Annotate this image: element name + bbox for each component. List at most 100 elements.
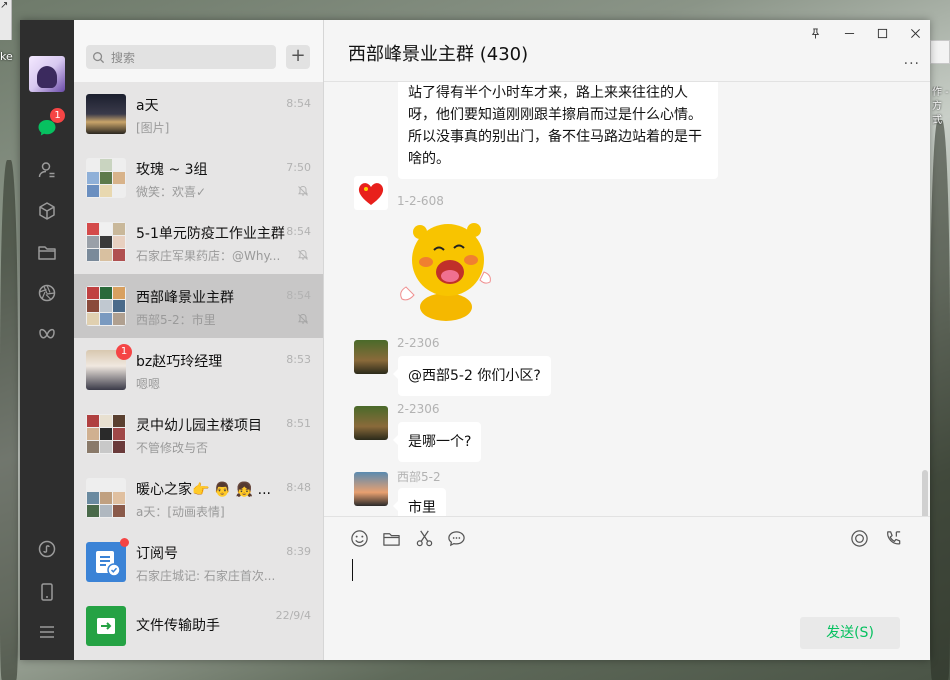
folder-icon [382,532,400,546]
message-input[interactable] [352,559,353,581]
conversation-time: 8:54 [286,97,311,110]
chat-more-button[interactable]: ··· [904,56,920,72]
group-avatar [86,286,126,326]
send-file-button[interactable] [380,527,402,549]
pin-window-button[interactable] [808,26,822,40]
conversation-item[interactable]: 1 bz赵巧玲经理 嗯嗯 8:53 [74,338,323,402]
conversation-name: 西部峰景业主群 [136,290,234,306]
sender-nickname: 1-2-608 [397,194,444,208]
search-icon [93,51,105,63]
conversation-item[interactable]: 暖心之家👉 👨 👧 ... a天：[动画表情] 8:48 [74,466,323,530]
desktop-icon-label-left: ke [0,50,13,63]
nav-phone[interactable] [33,578,61,606]
search-input[interactable]: 搜索 [86,45,276,69]
conversation-time: 8:51 [286,417,311,430]
conversation-name: bz赵巧玲经理 [136,354,223,370]
send-button[interactable]: 发送(S) [800,617,900,649]
conversation-preview: 不管修改与否 [136,441,209,455]
desktop-tree [930,120,950,680]
voice-call-button[interactable] [882,527,904,549]
conversation-name: 文件传输助手 [136,618,220,634]
group-avatar [86,478,126,518]
desktop-icon-label-right: 作 - 方式 [932,87,949,126]
conversation-preview: 石家庄军果药店：@Why... [136,249,281,263]
add-chat-button[interactable]: + [286,45,310,69]
file-transfer-icon [97,618,115,634]
nav-files[interactable] [33,238,61,266]
screenshot-button[interactable] [413,527,435,549]
close-button[interactable] [908,26,922,40]
nav-mini-programs[interactable] [33,535,61,563]
sticker-message[interactable] [396,212,496,322]
conversation-list: 搜索 + a天 [图片] 8:54 玫瑰 ~ 3组 微笑：欢喜✓ 7:50 5-… [74,20,324,660]
minimize-button[interactable] [842,26,856,40]
message-bubble[interactable]: 是哪一个? [392,422,482,462]
conversation-time: 8:54 [286,225,311,238]
pin-icon [811,27,819,39]
maximize-button[interactable] [875,26,889,40]
aperture-icon [38,284,56,302]
sender-avatar[interactable] [354,340,388,374]
channels-icon [39,328,55,339]
chat-unread-badge: 1 [50,108,65,123]
message-bubble[interactable]: @西部5-2 你们小区? [393,356,551,396]
conversation-name: 玫瑰 ~ 3组 [136,162,208,178]
emoji-icon [350,529,368,547]
conversation-item[interactable]: 玫瑰 ~ 3组 微笑：欢喜✓ 7:50 [74,146,323,210]
conversation-time: 8:48 [286,481,311,494]
conversation-time: 7:50 [286,161,311,174]
phone-icon [41,583,53,601]
conversation-preview: 微笑：欢喜✓ [136,185,207,199]
sender-avatar[interactable] [354,176,388,210]
conversation-name: 暖心之家👉 👨 👧 ... [136,482,271,498]
message-bubble[interactable]: 站了得有半个小时车才来，路上来来往往的人呀，他们要知道刚刚跟羊擦肩而过是什么心情… [398,82,718,179]
conversation-name: 灵中幼儿园主楼项目 [136,418,262,434]
sender-avatar[interactable] [354,472,388,506]
sender-nickname: 西部5-2 [397,470,441,484]
conversation-time: 8:53 [286,353,311,366]
mute-bell-icon [298,185,308,196]
conversation-item-subscriptions[interactable]: 订阅号 石家庄城记: 石家庄首次... 8:39 [74,530,323,594]
conversation-preview: [图片] [136,121,170,135]
conversation-item[interactable]: a天 [图片] 8:54 [74,82,323,146]
nav-chat[interactable]: 1 [33,108,65,142]
emoji-button[interactable] [348,527,370,549]
file-transfer-avatar [86,606,126,646]
chat-panel: 西部峰景业主群 (430) ··· 站了得有半个小时车才来，路上来来往往的人呀，… [324,20,930,660]
sender-avatar[interactable] [354,406,388,440]
message-list: 站了得有半个小时车才来，路上来来往往的人呀，他们要知道刚刚跟羊擦肩而过是什么心情… [324,82,930,516]
nav-collections[interactable] [33,197,61,225]
conversation-name: 5-1单元防疫工作业主群 [136,226,285,242]
conversation-preview: 嗯嗯 [136,377,161,391]
contacts-icon [38,162,55,178]
sender-nickname: 2-2306 [397,336,440,350]
conversation-item[interactable]: 5-1单元防疫工作业主群 石家庄军果药店：@Why... 8:54 [74,210,323,274]
sidebar-nav: 1 [20,20,74,660]
user-avatar[interactable] [29,56,65,92]
nav-moments[interactable] [33,279,61,307]
subscription-icon [96,551,121,577]
conversation-time: 8:54 [286,289,311,302]
speech-bubble-icon [447,530,465,546]
conversation-preview: a天：[动画表情] [136,505,225,519]
message-scrollbar[interactable] [922,470,928,516]
heart-avatar-icon [358,183,384,205]
cube-icon [39,202,55,220]
live-button[interactable] [848,527,870,549]
desktop-tree [0,160,18,680]
group-avatar [86,414,126,454]
desktop-file-icon[interactable] [930,40,950,64]
nav-channels[interactable] [33,321,61,349]
nav-menu[interactable] [33,618,61,646]
compose-area: 发送(S) [324,516,930,660]
unread-badge: 1 [116,344,132,360]
mini-program-icon [38,540,56,558]
conversation-item-active[interactable]: 西部峰景业主群 西部5-2：市里 8:54 [74,274,323,338]
conversation-preview: 西部5-2：市里 [136,313,216,327]
conversation-item-file-transfer[interactable]: 文件传输助手 22/9/4 [74,594,323,658]
nav-contacts[interactable] [33,156,61,184]
chat-history-button[interactable] [445,527,467,549]
conversation-item[interactable]: 灵中幼儿园主楼项目 不管修改与否 8:51 [74,402,323,466]
scissors-icon [416,530,432,546]
message-bubble[interactable]: 市里 [393,488,446,516]
